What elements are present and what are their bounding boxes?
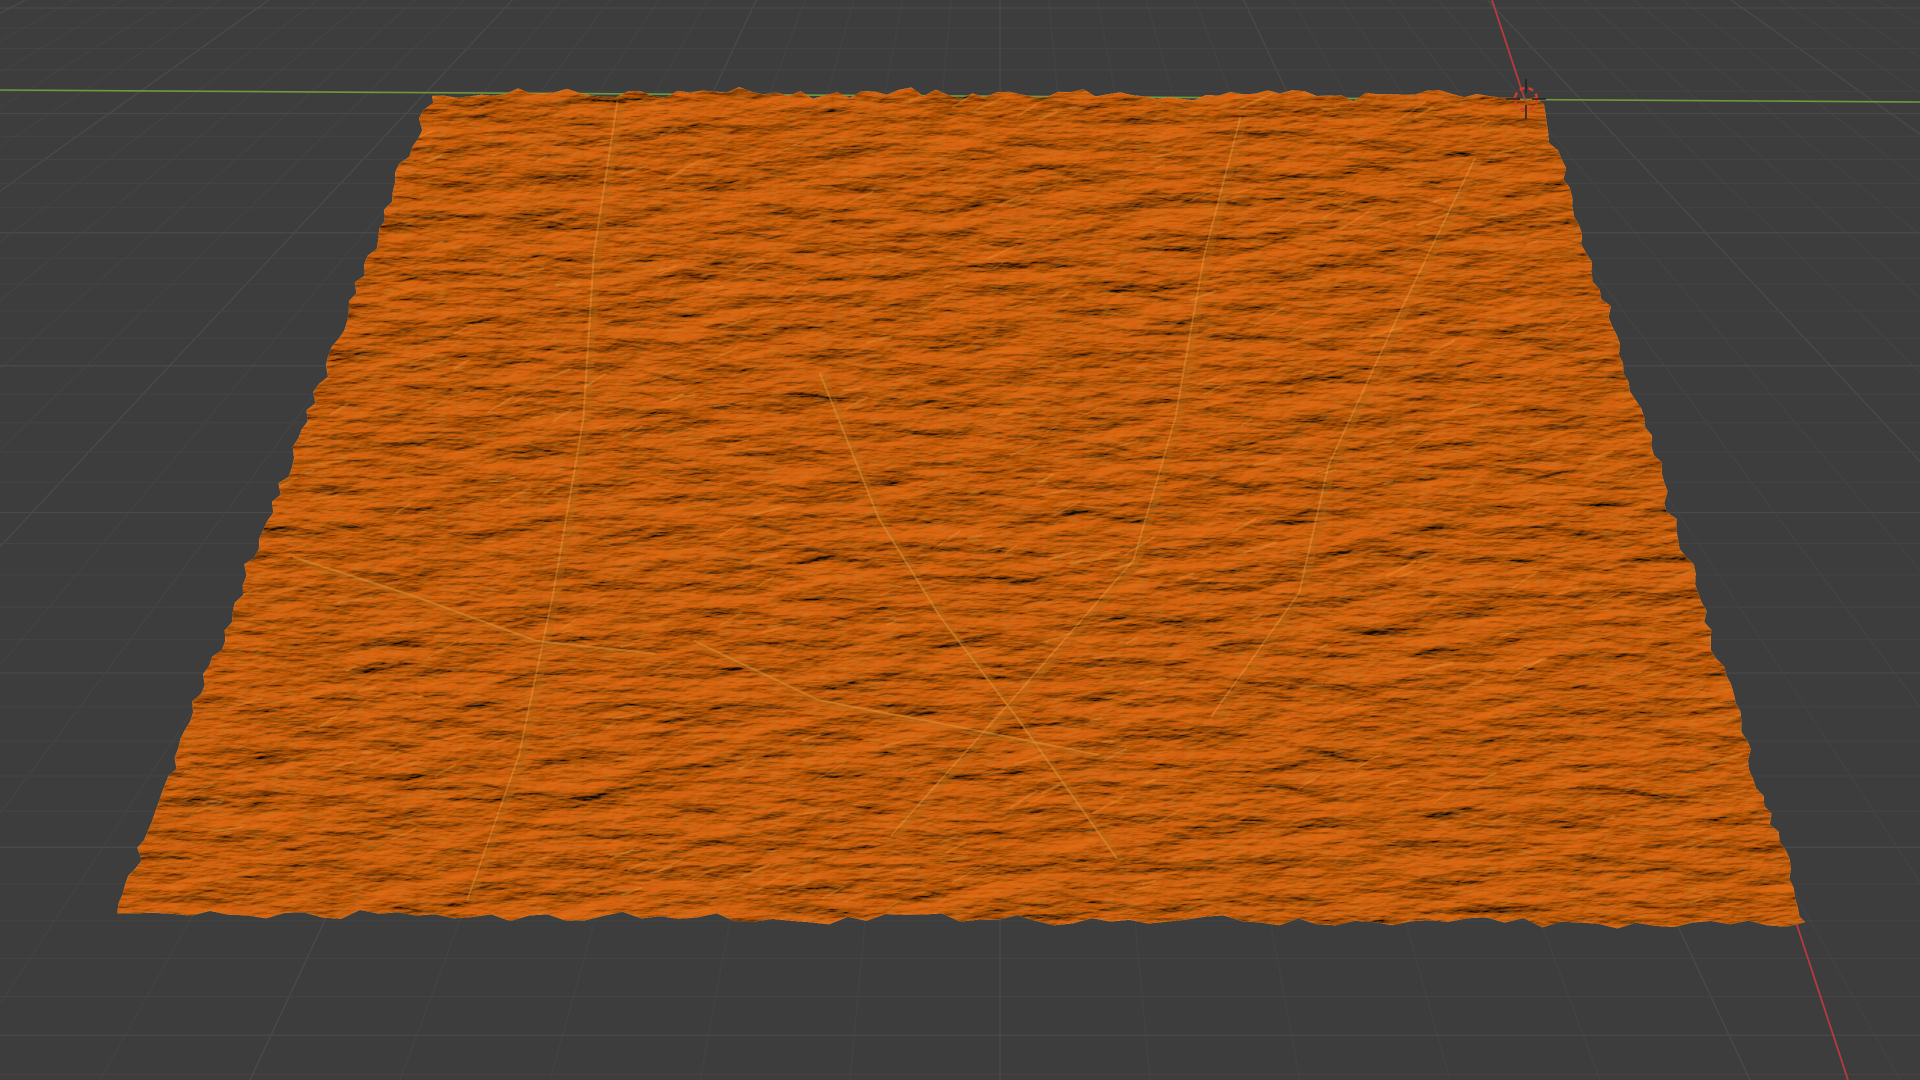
ridge-hatch (1738, 147, 1763, 165)
ridge-hatch (1786, 618, 1805, 635)
terrain-fine-detail (117, 87, 1805, 929)
ridge-hatch (1720, 268, 1732, 274)
ridge-hatch (153, 343, 164, 349)
ridge-hatch (1737, 243, 1752, 251)
ridge-hatch (158, 714, 189, 728)
ridge-hatch (1724, 115, 1745, 122)
ridge-hatch (1709, 474, 1738, 482)
grid-line (0, 0, 221, 148)
grid-line (0, 0, 74, 42)
ridge-hatch (1750, 355, 1777, 360)
ridge-hatch (1620, 259, 1641, 272)
ridge-hatch (1724, 219, 1739, 226)
ridge-hatch (217, 258, 239, 270)
ridge-hatch (1623, 123, 1642, 136)
ridge-hatch (1651, 223, 1675, 238)
ridge-hatch (1797, 554, 1805, 567)
ridge-hatch (1623, 366, 1649, 384)
ridge-hatch (265, 286, 299, 302)
ridge-hatch (1774, 336, 1798, 352)
ridge-hatch (163, 666, 189, 684)
ridge-hatch (185, 606, 214, 617)
ridge-hatch (1717, 220, 1744, 232)
ridge-hatch (1760, 722, 1777, 730)
ridge-hatch (1660, 245, 1674, 255)
ridge-hatch (1081, 123, 1098, 128)
ridge-hatch (179, 477, 202, 483)
ridge-hatch (1674, 148, 1684, 156)
ridge-hatch (1786, 169, 1805, 178)
ridge-hatch (1696, 109, 1730, 124)
ridge-hatch (275, 115, 298, 125)
ridge-hatch (1770, 602, 1783, 608)
ridge-hatch (271, 375, 307, 382)
ridge-hatch (1705, 591, 1727, 599)
terrain-mesh[interactable] (117, 87, 1827, 929)
ridge-hatch (249, 215, 261, 220)
ridge-hatch (231, 370, 258, 383)
ridge-hatch (220, 584, 239, 591)
ridge-hatch (444, 825, 456, 830)
ridge-hatch (1599, 262, 1624, 269)
grid-line (1779, 0, 1920, 94)
grid-line (1877, 0, 1920, 26)
ridge-hatch (168, 406, 196, 412)
ridge-hatch (271, 338, 282, 347)
ridge-hatch (1779, 525, 1800, 537)
grid-line (0, 0, 270, 192)
ridge-hatch (1731, 298, 1765, 310)
ridge-hatch (1591, 143, 1626, 150)
ridge-hatch (1757, 700, 1774, 708)
ridge-hatch (1688, 492, 1703, 498)
ridge-hatch (1770, 212, 1781, 220)
ridge-hatch (1737, 313, 1749, 321)
ridge-hatch (1728, 279, 1762, 287)
ridge-hatch (362, 186, 381, 192)
ridge-hatch (1791, 568, 1802, 576)
ridge-hatch (573, 596, 585, 601)
ridge-hatch (229, 125, 257, 131)
ridge-hatch (1747, 682, 1776, 691)
ridge-hatch (232, 267, 264, 278)
ridge-hatch (1775, 198, 1805, 212)
ridge-hatch (1685, 273, 1697, 281)
ridge-hatch (173, 426, 193, 438)
viewport-3d[interactable] (0, 0, 1920, 1080)
ridge-hatch (1785, 462, 1805, 477)
ridge-hatch (233, 519, 246, 526)
ridge-hatch (362, 750, 374, 754)
ridge-hatch (1726, 118, 1739, 125)
ridge-hatch (206, 133, 225, 144)
ridge-hatch (1613, 293, 1642, 312)
ridge-hatch (1750, 273, 1777, 291)
ridge-hatch (166, 717, 179, 726)
ridge-hatch (1699, 460, 1714, 464)
ridge-hatch (172, 358, 203, 364)
ridge-hatch (1784, 488, 1803, 493)
ridge-hatch (366, 138, 389, 145)
ridge-hatch (1544, 120, 1570, 137)
grid-line (1828, 0, 1920, 58)
ridge-hatch (1785, 374, 1805, 388)
grid-line (0, 0, 172, 109)
viewport-canvas[interactable] (0, 0, 1920, 1080)
ridge-hatch (292, 368, 323, 385)
ridge-hatch (329, 159, 343, 168)
ridge-hatch (219, 176, 255, 184)
ridge-hatch (315, 241, 352, 248)
ridge-hatch (1607, 220, 1640, 232)
ridge-hatch (186, 471, 222, 478)
ridge-hatch (1655, 447, 1675, 458)
ridge-hatch (1780, 237, 1805, 257)
ridge-hatch (1781, 728, 1796, 734)
ridge-hatch (1785, 733, 1805, 741)
ridge-hatch (203, 339, 220, 350)
grid-line (0, 0, 26, 15)
